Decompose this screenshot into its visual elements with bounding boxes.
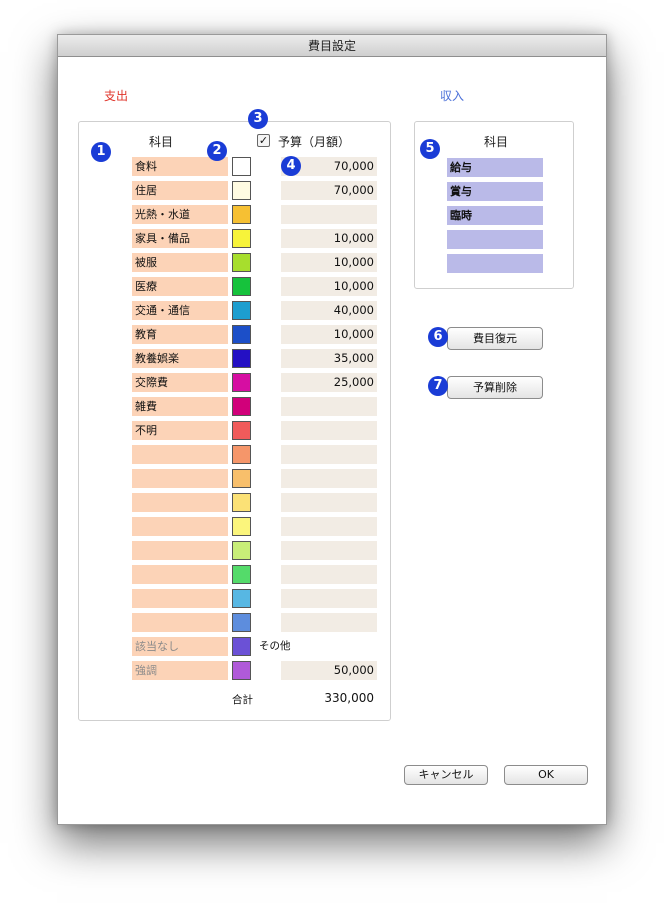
- budget-field[interactable]: [281, 517, 377, 536]
- expense-category-header: 科目: [149, 135, 174, 149]
- delete-budget-button[interactable]: 予算削除: [447, 376, 543, 399]
- color-swatch[interactable]: [232, 493, 251, 512]
- category-field[interactable]: [132, 565, 228, 584]
- budget-field[interactable]: [281, 613, 377, 632]
- income-category-field[interactable]: [447, 254, 543, 273]
- category-field[interactable]: 教養娯楽: [132, 349, 228, 368]
- color-swatch[interactable]: [232, 301, 251, 320]
- category-field[interactable]: 被服: [132, 253, 228, 272]
- category-field[interactable]: [132, 541, 228, 560]
- category-field[interactable]: 交際費: [132, 373, 228, 392]
- category-field[interactable]: [132, 517, 228, 536]
- color-swatch[interactable]: [232, 349, 251, 368]
- budget-header: 予算（月額）: [278, 135, 351, 149]
- cancel-button[interactable]: キャンセル: [404, 765, 488, 785]
- total-label: 合計: [232, 694, 253, 706]
- budget-field[interactable]: [281, 421, 377, 440]
- budget-field[interactable]: 10,000: [281, 325, 377, 344]
- income-section-label: 収入: [440, 89, 465, 103]
- color-swatch[interactable]: [232, 613, 251, 632]
- budget-field[interactable]: 10,000: [281, 277, 377, 296]
- expense-panel: 科目 ✓ 予算（月額） 食料 70,000 住居 70,000 光熱・水道 家具・備品 10…: [78, 121, 391, 721]
- budget-field[interactable]: [281, 541, 377, 560]
- color-swatch[interactable]: [232, 565, 251, 584]
- color-swatch[interactable]: [232, 445, 251, 464]
- category-field[interactable]: 不明: [132, 421, 228, 440]
- budget-field[interactable]: [281, 589, 377, 608]
- color-swatch-emphasis[interactable]: [232, 661, 251, 680]
- income-category-field[interactable]: 給与: [447, 158, 543, 177]
- badge-1: 1: [91, 142, 111, 162]
- settings-dialog: 費目設定 支出 収入 科目 ✓ 予算（月額） 食料 70,000 住居 70,000 光…: [57, 34, 607, 825]
- badge-3: 3: [248, 109, 268, 129]
- category-field[interactable]: 教育: [132, 325, 228, 344]
- income-category-field[interactable]: 臨時: [447, 206, 543, 225]
- color-swatch[interactable]: [232, 205, 251, 224]
- color-swatch[interactable]: [232, 589, 251, 608]
- category-field[interactable]: 光熱・水道: [132, 205, 228, 224]
- budget-field[interactable]: [281, 205, 377, 224]
- budget-checkbox[interactable]: ✓: [257, 134, 270, 147]
- color-swatch[interactable]: [232, 181, 251, 200]
- category-field[interactable]: [132, 589, 228, 608]
- badge-5: 5: [420, 139, 440, 159]
- category-field[interactable]: 交通・通信: [132, 301, 228, 320]
- budget-field[interactable]: [281, 469, 377, 488]
- color-swatch[interactable]: [232, 541, 251, 560]
- category-field[interactable]: 雑費: [132, 397, 228, 416]
- restore-categories-button[interactable]: 費目復元: [447, 327, 543, 350]
- ok-button[interactable]: OK: [504, 765, 588, 785]
- color-swatch[interactable]: [232, 469, 251, 488]
- budget-field-emphasis[interactable]: 50,000: [281, 661, 377, 680]
- category-field-emphasis[interactable]: 強調: [132, 661, 228, 680]
- color-swatch[interactable]: [232, 397, 251, 416]
- title-bar[interactable]: 費目設定: [58, 35, 606, 57]
- category-field-none[interactable]: 該当なし: [132, 637, 228, 656]
- budget-field[interactable]: [281, 397, 377, 416]
- color-swatch[interactable]: [232, 517, 251, 536]
- budget-field[interactable]: 10,000: [281, 229, 377, 248]
- badge-2: 2: [207, 141, 227, 161]
- color-swatch[interactable]: [232, 253, 251, 272]
- budget-field[interactable]: 10,000: [281, 253, 377, 272]
- budget-field[interactable]: 70,000: [281, 181, 377, 200]
- other-label: その他: [259, 640, 291, 652]
- budget-field[interactable]: 40,000: [281, 301, 377, 320]
- category-field[interactable]: [132, 613, 228, 632]
- budget-field[interactable]: [281, 445, 377, 464]
- income-category-header: 科目: [484, 135, 509, 149]
- category-field[interactable]: 家具・備品: [132, 229, 228, 248]
- total-value: 330,000: [324, 691, 374, 705]
- color-swatch-none[interactable]: [232, 637, 251, 656]
- category-field[interactable]: 住居: [132, 181, 228, 200]
- badge-4: 4: [281, 156, 301, 176]
- budget-field[interactable]: 25,000: [281, 373, 377, 392]
- budget-field[interactable]: [281, 493, 377, 512]
- badge-6: 6: [428, 327, 448, 347]
- color-swatch[interactable]: [232, 325, 251, 344]
- color-swatch[interactable]: [232, 373, 251, 392]
- color-swatch[interactable]: [232, 157, 251, 176]
- color-swatch[interactable]: [232, 277, 251, 296]
- badge-7: 7: [428, 376, 448, 396]
- color-swatch[interactable]: [232, 229, 251, 248]
- category-field[interactable]: [132, 493, 228, 512]
- expense-section-label: 支出: [104, 89, 129, 103]
- budget-field[interactable]: 35,000: [281, 349, 377, 368]
- income-category-field[interactable]: [447, 230, 543, 249]
- category-field[interactable]: 医療: [132, 277, 228, 296]
- category-field[interactable]: [132, 469, 228, 488]
- color-swatch[interactable]: [232, 421, 251, 440]
- category-field[interactable]: [132, 445, 228, 464]
- budget-field[interactable]: [281, 565, 377, 584]
- income-category-field[interactable]: 賞与: [447, 182, 543, 201]
